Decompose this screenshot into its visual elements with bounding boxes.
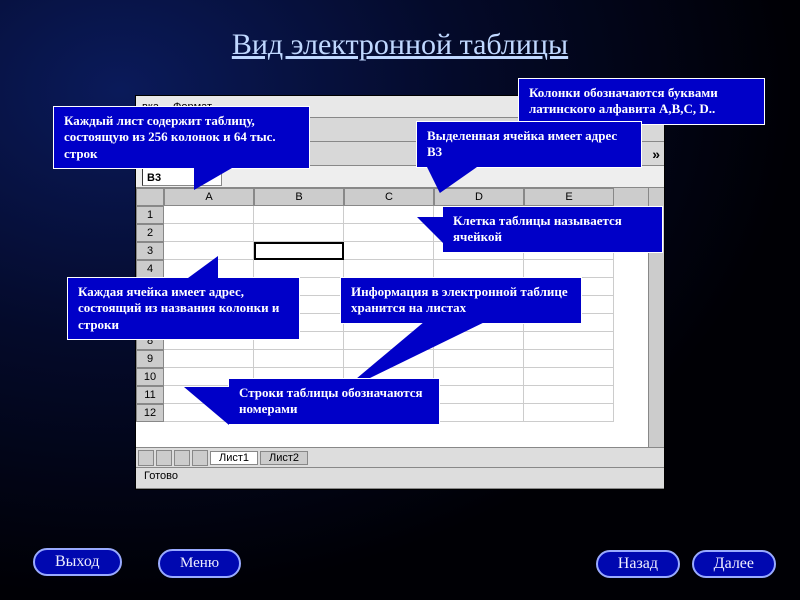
row-header[interactable]: 2: [136, 224, 164, 242]
row-header[interactable]: 11: [136, 386, 164, 404]
tab-nav-next[interactable]: [174, 450, 190, 466]
callout-selected-address: Выделенная ячейка имеет адрес B3: [416, 121, 642, 168]
callout-cell-address: Каждая ячейка имеет адрес, состоящий из …: [67, 277, 300, 340]
nav-bar: Выход Меню Назад Далее: [0, 538, 800, 578]
status-bar: Готово: [136, 468, 664, 488]
row-header[interactable]: 3: [136, 242, 164, 260]
row-header[interactable]: 1: [136, 206, 164, 224]
sheet-tab[interactable]: Лист2: [260, 451, 308, 465]
tab-nav-first[interactable]: [138, 450, 154, 466]
callout-columns-letters: Колонки обозначаются буквами латинского …: [518, 78, 765, 125]
col-header[interactable]: D: [434, 188, 524, 206]
callout-sheet-size: Каждый лист содержит таблицу, состоящую …: [53, 106, 310, 169]
callout-rows-numbers: Строки таблицы обозначаются номерами: [228, 378, 440, 425]
callout-cell-name: Клетка таблицы называется ячейкой: [442, 206, 663, 253]
row-header[interactable]: 10: [136, 368, 164, 386]
toolbar-overflow-icon[interactable]: »: [652, 146, 660, 162]
exit-button[interactable]: Выход: [33, 548, 122, 576]
row-header[interactable]: 4: [136, 260, 164, 278]
sheet-tabs: Лист1 Лист2: [136, 448, 664, 468]
page-title: Вид электронной таблицы: [0, 28, 800, 62]
select-all-corner[interactable]: [136, 188, 164, 206]
sheet-tab-active[interactable]: Лист1: [210, 451, 258, 465]
menu-button[interactable]: Меню: [158, 549, 241, 578]
next-button[interactable]: Далее: [692, 550, 776, 578]
col-header[interactable]: A: [164, 188, 254, 206]
row-header[interactable]: 9: [136, 350, 164, 368]
tab-nav-prev[interactable]: [156, 450, 172, 466]
col-header[interactable]: B: [254, 188, 344, 206]
selected-cell[interactable]: [254, 242, 344, 260]
col-header[interactable]: E: [524, 188, 614, 206]
row-header[interactable]: 12: [136, 404, 164, 422]
callout-sheets-info: Информация в электронной таблице хранитс…: [340, 277, 582, 324]
back-button[interactable]: Назад: [596, 550, 680, 578]
tab-nav-last[interactable]: [192, 450, 208, 466]
